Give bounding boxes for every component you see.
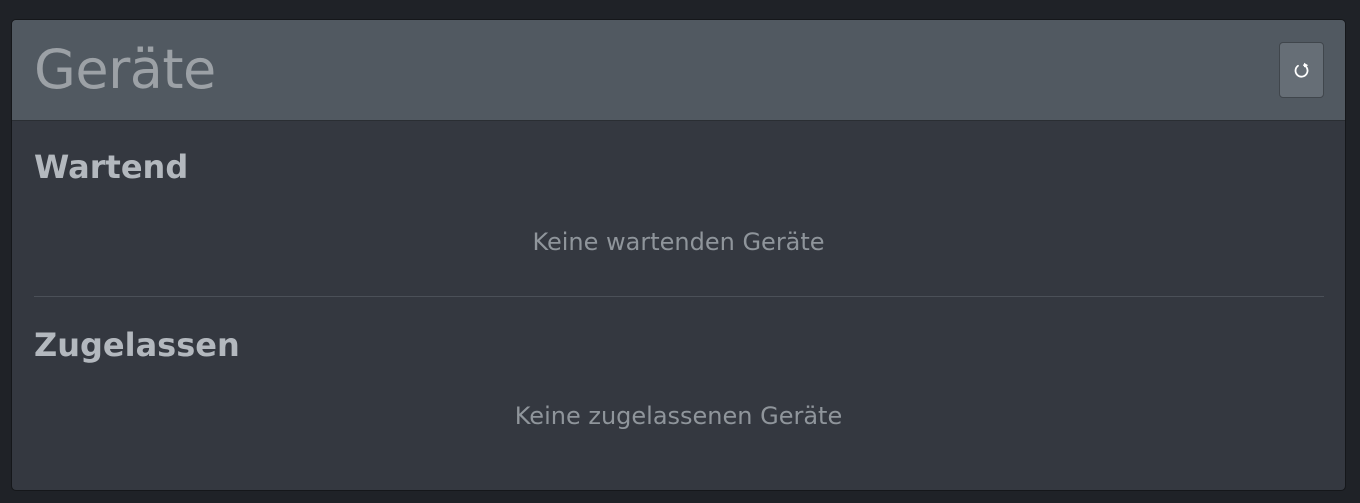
refresh-icon: [1294, 62, 1308, 78]
refresh-button[interactable]: [1279, 42, 1324, 98]
panel-title: Geräte: [34, 38, 216, 101]
approved-empty-message: Keine zugelassenen Geräte: [514, 402, 843, 430]
panel-header: Geräte: [12, 20, 1345, 121]
devices-panel: Geräte Wartend Keine wartenden Geräte Zu…: [11, 19, 1346, 491]
section-title-approved: Zugelassen: [34, 326, 240, 364]
section-title-waiting: Wartend: [34, 148, 189, 186]
section-divider: [34, 296, 1324, 297]
waiting-empty-message: Keine wartenden Geräte: [532, 228, 825, 256]
